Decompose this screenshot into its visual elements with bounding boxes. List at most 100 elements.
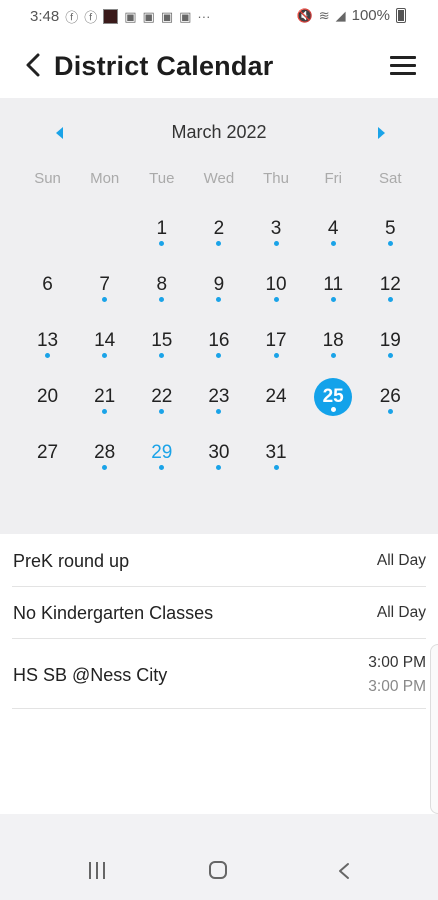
event-indicator-dot — [330, 297, 336, 302]
event-indicator-dot — [273, 241, 279, 246]
app-header: District Calendar — [0, 34, 438, 98]
weekday-label: Sun — [34, 170, 61, 187]
event-indicator-dot — [330, 241, 336, 246]
event-indicator-dot — [273, 353, 279, 358]
status-bar: 3:48 ⓕ ⓕ ▣ ▣ ▣ ▣ ··· 🔇 ≋ ◢ 100% — [0, 0, 438, 34]
battery-icon — [396, 8, 406, 23]
calendar-day[interactable]: 29 — [133, 432, 190, 488]
recents-icon — [89, 862, 91, 879]
hamburger-line — [390, 64, 416, 67]
event-indicator-dot — [330, 353, 336, 358]
calendar-day[interactable]: 13 — [19, 320, 76, 376]
calendar-day[interactable]: 7 — [76, 264, 133, 320]
event-indicator-dot — [273, 465, 279, 470]
back-button[interactable] — [18, 48, 48, 82]
calendar-day[interactable]: 17 — [248, 320, 305, 376]
notification-icon: ▣ — [142, 8, 155, 24]
hamburger-line — [390, 72, 416, 75]
event-indicator-dot — [387, 241, 393, 246]
calendar-day[interactable]: 9 — [190, 264, 247, 320]
weekday-label: Thu — [263, 170, 289, 187]
more-notifications-icon: ··· — [197, 9, 211, 24]
notification-icon: ▣ — [179, 8, 192, 24]
calendar-day[interactable]: 22 — [133, 376, 190, 432]
calendar-day[interactable]: 19 — [362, 320, 419, 376]
event-indicator-dot — [387, 409, 393, 414]
calendar-day[interactable]: 4 — [305, 208, 362, 264]
calendar-day[interactable]: 5 — [362, 208, 419, 264]
system-back-button[interactable] — [334, 861, 354, 881]
event-time: 3:00 PM — [368, 654, 426, 671]
signal-icon: ◢ — [335, 7, 346, 23]
calendar-day[interactable]: 27 — [19, 432, 76, 488]
menu-button[interactable] — [388, 52, 418, 80]
status-left: 3:48 ⓕ ⓕ ▣ ▣ ▣ ▣ ··· — [30, 7, 210, 26]
calendar-day[interactable]: 23 — [190, 376, 247, 432]
calendar-day[interactable]: 12 — [362, 264, 419, 320]
calendar-day[interactable]: 28 — [76, 432, 133, 488]
wifi-icon: ≋ — [318, 7, 330, 23]
weekday-label: Mon — [90, 170, 120, 187]
calendar-day[interactable]: 6 — [19, 264, 76, 320]
calendar-day[interactable]: 1 — [133, 208, 190, 264]
event-row[interactable]: No Kindergarten Classes All Day — [12, 586, 426, 639]
calendar-day[interactable]: 10 — [248, 264, 305, 320]
event-indicator-dot — [330, 407, 336, 412]
calendar-day[interactable]: 2 — [190, 208, 247, 264]
triangle-right-icon — [377, 127, 385, 139]
home-button[interactable] — [209, 861, 227, 879]
weekday-label: Fri — [324, 170, 342, 187]
calendar-day[interactable]: 14 — [76, 320, 133, 376]
event-row[interactable]: PreK round up All Day — [12, 534, 426, 587]
calendar-day[interactable]: 8 — [133, 264, 190, 320]
scrollbar[interactable] — [430, 644, 438, 814]
event-time: All Day — [376, 552, 426, 569]
day-number: 6 — [42, 274, 53, 295]
calendar-grid: 1 2 3 4 5 6 7 8 9 10 11 12 13 14 15 16 17 18 19 20 21 22 23 24 2… — [19, 208, 419, 488]
notification-icon: ▣ — [160, 8, 174, 24]
facebook-icon: ⓕ — [84, 10, 98, 25]
weekday-label: Sat — [379, 170, 402, 187]
calendar-day[interactable]: 24 — [248, 376, 305, 432]
event-title: No Kindergarten Classes — [13, 603, 214, 623]
app-notification-icon — [103, 9, 119, 24]
event-indicator-dot — [387, 353, 393, 358]
weekday-header: Sun Mon Tue Wed Thu Fri Sat — [19, 170, 419, 187]
notification-icon: ▣ — [124, 8, 137, 24]
event-list: PreK round up All Day No Kindergarten Clas… — [0, 534, 438, 814]
calendar-day[interactable]: 21 — [76, 376, 133, 432]
calendar-blank-cell — [19, 208, 76, 264]
next-month-button[interactable] — [370, 120, 392, 146]
chevron-left-icon — [26, 53, 40, 77]
recents-icon-line — [103, 862, 105, 879]
event-time: All Day — [376, 604, 426, 621]
battery-level: 100% — [351, 7, 390, 24]
calendar-day[interactable]: 25 — [305, 376, 362, 432]
facebook-icon: ⓕ — [65, 10, 79, 25]
calendar: March 2022 Sun Mon Tue Wed Thu Fri Sat 1234567… — [0, 98, 438, 534]
event-end-time: 3:00 PM — [368, 678, 426, 695]
calendar-day[interactable]: 30 — [190, 432, 247, 488]
status-right: 🔇 ≋ ◢ 100% — [297, 7, 406, 24]
recents-icon-line — [96, 862, 98, 879]
event-indicator-dot — [273, 297, 279, 302]
hamburger-menu-icon — [390, 56, 416, 59]
calendar-day[interactable]: 11 — [305, 264, 362, 320]
event-row[interactable]: HS SB @Ness City 3:00 PM 3:00 PM — [12, 638, 426, 709]
calendar-day[interactable]: 20 — [19, 376, 76, 432]
calendar-day[interactable]: 3 — [248, 208, 305, 264]
calendar-day[interactable]: 26 — [362, 376, 419, 432]
weekday-label: Tue — [149, 170, 175, 187]
day-number: 20 — [36, 386, 59, 407]
calendar-blank-cell — [76, 208, 133, 264]
calendar-day[interactable]: 18 — [305, 320, 362, 376]
calendar-day[interactable]: 31 — [248, 432, 305, 488]
recents-button[interactable] — [88, 862, 108, 880]
event-title: HS SB @Ness City — [13, 665, 168, 685]
status-time: 3:48 — [30, 8, 60, 25]
system-nav-bar — [0, 814, 438, 900]
month-nav: March 2022 — [0, 118, 438, 148]
calendar-day[interactable]: 15 — [133, 320, 190, 376]
back-arrow-icon — [339, 863, 349, 879]
calendar-day[interactable]: 16 — [190, 320, 247, 376]
